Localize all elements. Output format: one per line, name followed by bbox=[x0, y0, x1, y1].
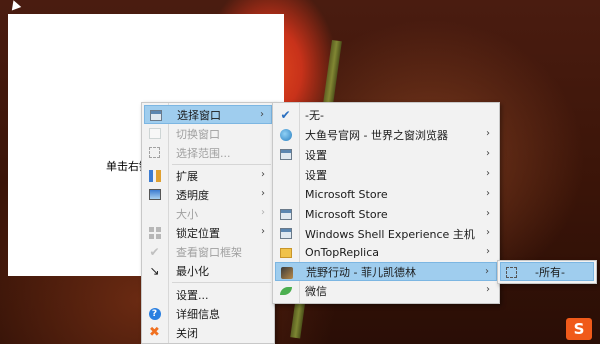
menu-item-label: 锁定位置 bbox=[176, 226, 220, 240]
folder-icon bbox=[279, 246, 292, 259]
menu-item-label: Microsoft Store bbox=[305, 208, 388, 221]
menu-item-label: -所有- bbox=[535, 265, 565, 279]
submenu-arrow-icon: › bbox=[261, 226, 265, 237]
menu-item-label: 关闭 bbox=[176, 326, 198, 340]
mouse-cursor-icon bbox=[8, 0, 22, 11]
window-icon bbox=[279, 148, 292, 161]
context-menu-region: -所有- bbox=[497, 260, 597, 284]
menu-item-label: 设置... bbox=[176, 288, 209, 302]
menu-item-label: 详细信息 bbox=[176, 307, 220, 321]
menu-item-lock-position[interactable]: 锁定位置 › bbox=[144, 223, 272, 242]
game-icon bbox=[280, 266, 293, 279]
window-item-wechat[interactable]: 微信 › bbox=[275, 281, 497, 300]
window-item-ontopreplica[interactable]: OnTopReplica › bbox=[275, 243, 497, 262]
menu-item-label: 透明度 bbox=[176, 188, 209, 202]
context-menu-main: 选择窗口 › 切换窗口 选择范围... 扩展 › 透明度 › 大小 › 锁定位置… bbox=[141, 102, 275, 344]
browser-globe-icon bbox=[279, 128, 292, 141]
window-item-shell-experience[interactable]: Windows Shell Experience 主机 › bbox=[275, 224, 497, 243]
menu-item-label: 大鱼号官网 - 世界之窗浏览器 bbox=[305, 128, 448, 142]
submenu-arrow-icon: › bbox=[260, 109, 264, 120]
submenu-arrow-icon: › bbox=[486, 284, 490, 295]
sogou-ime-icon[interactable]: S bbox=[566, 318, 592, 340]
window-item-browser[interactable]: 大鱼号官网 - 世界之窗浏览器 › bbox=[275, 125, 497, 144]
lock-grid-icon bbox=[148, 226, 161, 239]
submenu-arrow-icon: › bbox=[486, 128, 490, 139]
submenu-arrow-icon: › bbox=[486, 188, 490, 199]
submenu-arrow-icon: › bbox=[261, 169, 265, 180]
tools-icon bbox=[148, 169, 161, 182]
window-item-none[interactable]: ✔ -无- bbox=[275, 105, 497, 124]
window-item-settings-2[interactable]: 设置 › bbox=[275, 165, 497, 184]
menu-item-view-frame[interactable]: ✔ 查看窗口框架 bbox=[144, 242, 272, 261]
submenu-arrow-icon: › bbox=[486, 208, 490, 219]
menu-item-label: 扩展 bbox=[176, 169, 198, 183]
menu-item-label: 设置 bbox=[305, 148, 327, 162]
submenu-arrow-icon: › bbox=[485, 266, 489, 277]
minimize-icon: ↘ bbox=[149, 263, 160, 278]
menu-item-minimize[interactable]: ↘ 最小化 bbox=[144, 261, 272, 280]
window-item-settings-1[interactable]: 设置 › bbox=[275, 145, 497, 164]
window-item-ms-store-2[interactable]: Microsoft Store › bbox=[275, 205, 497, 224]
menu-item-size[interactable]: 大小 › bbox=[144, 204, 272, 223]
menu-item-label: 选择范围... bbox=[176, 146, 231, 160]
menu-item-select-region[interactable]: 选择范围... bbox=[144, 143, 272, 162]
menu-item-details[interactable]: ? 详细信息 bbox=[144, 304, 272, 323]
menu-item-extend[interactable]: 扩展 › bbox=[144, 166, 272, 185]
opacity-icon bbox=[148, 188, 161, 201]
close-icon: ✖ bbox=[149, 324, 160, 340]
check-icon: ✔ bbox=[280, 107, 291, 122]
menu-separator bbox=[172, 282, 271, 283]
menu-item-label: Microsoft Store bbox=[305, 188, 388, 201]
menu-item-select-window[interactable]: 选择窗口 › bbox=[144, 105, 272, 124]
submenu-arrow-icon: › bbox=[261, 188, 265, 199]
submenu-arrow-icon: › bbox=[486, 148, 490, 159]
window-icon bbox=[149, 109, 162, 122]
menu-item-label: 设置 bbox=[305, 168, 327, 182]
menu-item-switch-window[interactable]: 切换窗口 bbox=[144, 124, 272, 143]
menu-item-label: 荒野行动 - 菲儿凯德林 bbox=[306, 265, 416, 279]
window-icon bbox=[279, 208, 292, 221]
submenu-arrow-icon: › bbox=[486, 246, 490, 257]
menu-item-label: 查看窗口框架 bbox=[176, 245, 242, 259]
region-dashed-icon bbox=[505, 266, 518, 279]
menu-item-label: 大小 bbox=[176, 207, 198, 221]
submenu-arrow-icon: › bbox=[261, 207, 265, 218]
menu-item-opacity[interactable]: 透明度 › bbox=[144, 185, 272, 204]
menu-separator bbox=[172, 164, 271, 165]
region-item-all[interactable]: -所有- bbox=[500, 262, 594, 281]
menu-item-label: 选择窗口 bbox=[177, 108, 221, 122]
menu-item-label: Windows Shell Experience 主机 bbox=[305, 227, 475, 241]
window-item-game[interactable]: 荒野行动 - 菲儿凯德林 › bbox=[275, 262, 497, 281]
submenu-arrow-icon: › bbox=[486, 168, 490, 179]
window-item-ms-store-1[interactable]: Microsoft Store › bbox=[275, 185, 497, 204]
menu-item-label: 切换窗口 bbox=[176, 127, 220, 141]
menu-item-settings[interactable]: 设置... bbox=[144, 285, 272, 304]
menu-item-label: OnTopReplica bbox=[305, 246, 379, 259]
switch-icon bbox=[148, 127, 161, 140]
menu-item-label: 最小化 bbox=[176, 264, 209, 278]
menu-item-close[interactable]: ✖ 关闭 bbox=[144, 323, 272, 342]
submenu-arrow-icon: › bbox=[486, 227, 490, 238]
region-icon bbox=[148, 146, 161, 159]
wechat-leaf-icon bbox=[279, 284, 292, 297]
check-icon: ✔ bbox=[149, 244, 160, 259]
menu-item-label: 微信 bbox=[305, 284, 327, 298]
info-icon: ? bbox=[148, 307, 161, 320]
context-menu-window-list: ✔ -无- 大鱼号官网 - 世界之窗浏览器 › 设置 › 设置 › Micros… bbox=[272, 102, 500, 304]
window-icon bbox=[279, 227, 292, 240]
menu-item-label: -无- bbox=[305, 108, 324, 122]
